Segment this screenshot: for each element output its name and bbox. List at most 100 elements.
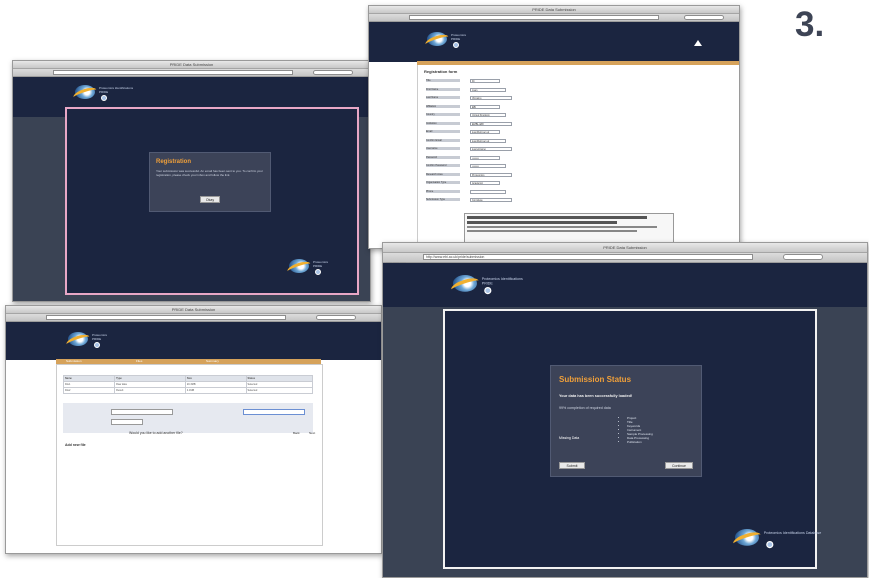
missing-data-item: Publication [627, 440, 653, 444]
dialog-message: Your submission was successful. An email… [156, 169, 263, 177]
registration-window: PRIDE Data Submission Proteomics Identif… [12, 60, 371, 302]
browser-toolbar [369, 14, 739, 28]
browser-toolbar [13, 69, 370, 83]
submission-status-dialog: Submission Status Your data has been suc… [550, 365, 702, 477]
browser-toolbar [6, 314, 381, 328]
form-input[interactable]: •••••••• [470, 164, 506, 168]
address-bar[interactable] [46, 315, 286, 320]
content-panel: Submission Status Your data has been suc… [443, 309, 821, 569]
logo-text: Proteomics Identifications Database [763, 530, 822, 535]
file-table: Name Type Size Status File1 Raw data 20.3MB Se… [62, 375, 314, 394]
form-label: Username [426, 147, 460, 150]
title-bar[interactable]: PRIDE Data Submission [13, 61, 370, 75]
browser-toolbar: http://www.ebi.ac.uk/pride/submission [383, 253, 867, 267]
okay-button[interactable]: Okay [200, 196, 220, 203]
form-input[interactable]: Proteomics [470, 172, 512, 177]
tab-submission[interactable]: Submission [66, 359, 82, 363]
form-label: Research Area [426, 172, 460, 176]
form-label: Affiliation [426, 104, 460, 108]
add-new-file-link[interactable]: Add new file [65, 443, 86, 447]
table-window: PRIDE Data Submission Proteomics PRIDE Su… [5, 305, 382, 554]
form-label: Institution [426, 121, 460, 125]
missing-data-list: ProjectTitleKeywordsInstrumentSample Pro… [619, 416, 653, 444]
name-input[interactable] [111, 409, 173, 415]
form-input[interactable]: EBI [470, 104, 500, 109]
form-input[interactable]: Complete [470, 198, 512, 202]
home-icon[interactable] [694, 40, 702, 46]
step-number: 3. [795, 5, 825, 44]
form-label: First Name [426, 87, 460, 91]
form-window: PRIDE Data Submission Proteomics PRIDE Re… [368, 5, 740, 249]
table-body: File1 Raw data 20.3MB Selected File2 Result 4.… [62, 381, 314, 394]
form-label: Email [426, 130, 460, 133]
completion-message: 99% completion of required data [559, 406, 611, 410]
title-bar[interactable]: PRIDE Data Submission [369, 6, 739, 20]
table-row[interactable]: File2 Result 4.1MB Selected [62, 387, 314, 394]
type-input[interactable] [243, 409, 305, 415]
window-title: PRIDE Data Submission [603, 245, 647, 250]
table-cell: 4.1MB [184, 387, 247, 394]
form-label: Organisation Type [426, 181, 460, 184]
back-button[interactable]: Back [293, 431, 300, 435]
title-bar[interactable]: PRIDE Data Submission [6, 306, 381, 320]
form-label: Password [426, 155, 460, 159]
table-cell: Selected [245, 387, 314, 394]
search-field[interactable] [313, 70, 353, 75]
form-input[interactable]: Academic [470, 181, 500, 185]
nav-buttons[interactable] [9, 315, 39, 328]
form-area [63, 403, 313, 433]
address-bar[interactable]: http://www.ebi.ac.uk/pride/submission [423, 254, 753, 260]
dialog-title: Submission Status [559, 375, 632, 384]
search-field[interactable] [316, 315, 356, 320]
form-label: Submission Type [426, 198, 460, 201]
form-label: Confirm Email [426, 138, 460, 142]
form-input[interactable]: Vizcaino [470, 96, 512, 100]
status-message: Your data has been successfully loaded! [559, 394, 633, 398]
form-input[interactable] [470, 189, 506, 194]
nav-buttons[interactable] [386, 254, 416, 267]
form-input[interactable]: United Kingdom [470, 113, 506, 117]
form-input[interactable]: juanvizcaino [470, 147, 512, 151]
form-label: Confirm Password [426, 164, 460, 167]
form-label: Title [426, 79, 460, 82]
missing-data-label: Missing Data [559, 436, 580, 440]
submit-button[interactable]: Submit [559, 462, 585, 469]
table-panel: Name Type Size Status File1 Raw data 20.3MB Se… [56, 364, 323, 546]
form-panel: Registration form Title Dr. First Name Juan… [417, 65, 739, 248]
form-input[interactable]: juan@ebi.ac.uk [470, 130, 500, 134]
browse-input[interactable] [111, 419, 143, 425]
form-input[interactable]: juan@ebi.ac.uk [470, 138, 506, 143]
table-cell: Result [114, 387, 186, 394]
tab-summary[interactable]: Summary [206, 359, 219, 363]
form-input[interactable]: •••••••• [470, 155, 500, 160]
window-title: PRIDE Data Submission [171, 307, 216, 312]
continue-button[interactable]: Continue [665, 462, 693, 469]
content-panel: Registration Your submission was success… [65, 107, 359, 295]
address-bar[interactable] [409, 15, 659, 20]
app-header: Proteomics Identifications PRIDE [383, 263, 867, 307]
table-cell: File2 [62, 387, 116, 394]
nav-buttons[interactable] [372, 15, 402, 28]
dialog-title: Registration [156, 159, 192, 165]
form-heading: Registration form [424, 69, 458, 74]
form-input[interactable]: EMBL-EBI [470, 121, 512, 126]
next-button[interactable]: Next [309, 431, 315, 435]
search-field[interactable] [783, 254, 823, 260]
status-window: PRIDE Data Submission http://www.ebi.ac.… [382, 242, 868, 578]
form-label: Phone [426, 189, 460, 193]
add-file-question: Would you like to add another file? [129, 431, 183, 435]
form-label: Last Name [426, 96, 460, 99]
title-bar[interactable]: PRIDE Data Submission [383, 243, 867, 257]
registration-dialog: Registration Your submission was success… [149, 152, 271, 212]
address-bar[interactable] [53, 70, 293, 75]
form-input[interactable]: Dr. [470, 79, 500, 83]
window-title: PRIDE Data Submission [169, 62, 214, 67]
tab-files[interactable]: Files [136, 359, 142, 363]
nav-buttons[interactable] [16, 70, 46, 83]
form-input[interactable]: Juan [470, 87, 506, 92]
app-header: Proteomics PRIDE [369, 22, 739, 62]
form-label: Country [426, 113, 460, 116]
app-header: Proteomics PRIDE [6, 322, 381, 360]
search-field[interactable] [684, 15, 724, 20]
window-title: PRIDE Data Submission [532, 7, 576, 12]
